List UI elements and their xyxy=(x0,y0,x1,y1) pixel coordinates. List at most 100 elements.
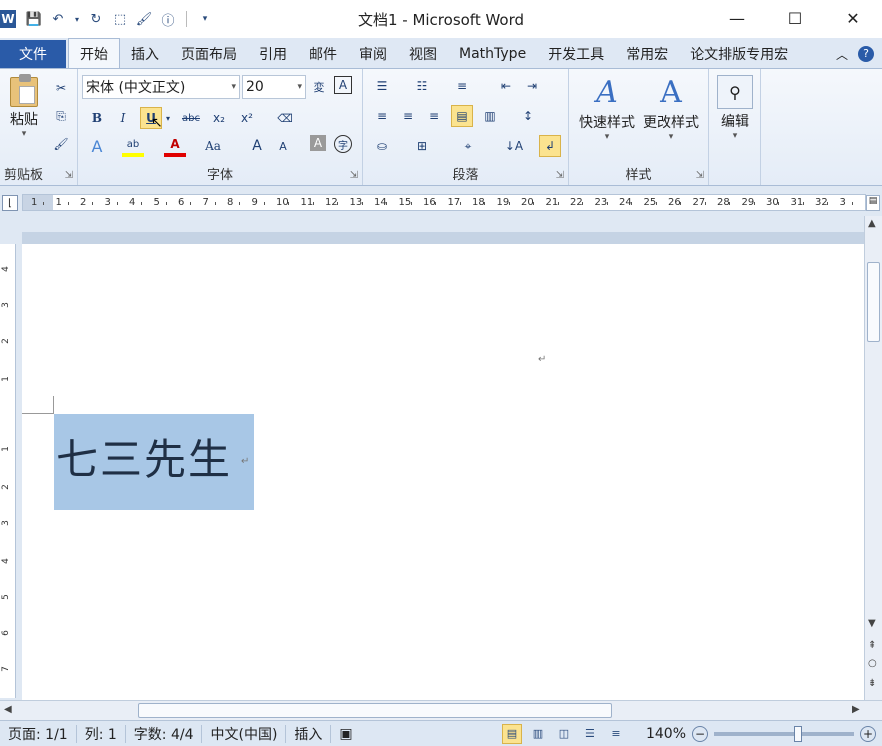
minimize-icon[interactable]: — xyxy=(708,0,766,36)
char-shading-icon[interactable]: A xyxy=(310,135,326,151)
shading-icon[interactable]: ⛀ xyxy=(371,135,393,157)
status-page[interactable]: 页面: 1/1 xyxy=(0,724,77,743)
vertical-ruler[interactable]: 4 3 2 1 1 2 3 4 5 6 7 xyxy=(0,244,16,698)
maximize-icon[interactable]: ☐ xyxy=(766,0,824,36)
prev-page-icon[interactable]: ⇞ xyxy=(868,640,876,651)
select-icon[interactable]: ⬚ xyxy=(110,9,130,29)
align-right-icon[interactable]: ≡ xyxy=(423,105,445,127)
tab-insert[interactable]: 插入 xyxy=(120,40,170,68)
editing-dropdown-icon[interactable]: ▾ xyxy=(733,131,738,141)
borders-icon[interactable]: ⊞ xyxy=(411,135,433,157)
quick-styles-button[interactable]: A 快速样式 ▾ xyxy=(575,75,639,142)
sort-icon[interactable]: ↓A xyxy=(503,135,525,157)
cut-icon[interactable]: ✂ xyxy=(50,77,72,99)
format-painter-icon[interactable]: 🖌 xyxy=(50,133,72,155)
tab-home[interactable]: 开始 xyxy=(68,38,120,68)
chinese-layout-icon[interactable]: ⌖ xyxy=(457,135,479,157)
ruler-strip[interactable]: 1 1 2 3 4 5 6 7 8 9 10 11 12 13 14 15 16 17 18 19 20 21 22 23 24… xyxy=(22,194,866,211)
italic-button[interactable]: I xyxy=(112,107,134,129)
show-marks-icon[interactable]: ↲ xyxy=(539,135,561,157)
font-name-combo[interactable]: 宋体 (中文正文) ▾ xyxy=(82,75,240,99)
status-language[interactable]: 中文(中国) xyxy=(202,724,287,743)
ruler-toggle-icon[interactable]: ▤ xyxy=(866,195,880,211)
outline-icon[interactable]: ☰ xyxy=(580,724,600,744)
enclose-chars-icon[interactable]: 字 xyxy=(334,135,352,153)
paragraph-launcher-icon[interactable]: ⇲ xyxy=(556,170,564,181)
full-screen-reading-icon[interactable]: ▥ xyxy=(528,724,548,744)
font-color-icon[interactable]: A xyxy=(164,135,186,157)
scroll-down-icon[interactable]: ▼ xyxy=(868,618,876,629)
paste-dropdown-icon[interactable]: ▾ xyxy=(22,129,27,139)
scroll-up-icon[interactable]: ▲ xyxy=(868,218,876,229)
tab-selector-icon[interactable]: ⌊ xyxy=(2,195,18,211)
change-styles-button[interactable]: A 更改样式 ▾ xyxy=(639,75,703,142)
underline-dropdown-icon[interactable]: ▾ xyxy=(162,107,174,129)
scroll-left-icon[interactable]: ◀ xyxy=(4,704,12,715)
paste-button[interactable]: 粘贴 ▾ xyxy=(6,74,42,139)
tab-file[interactable]: 文件 xyxy=(0,40,66,68)
bold-button[interactable]: B xyxy=(86,107,108,129)
redo-icon[interactable]: ↻ xyxy=(86,9,106,29)
status-insert-mode[interactable]: 插入 xyxy=(286,724,332,743)
vertical-scrollbar[interactable]: ▲ ▼ ⇞ ○ ⇟ xyxy=(864,216,882,700)
collapse-ribbon-icon[interactable]: ︿ xyxy=(836,46,848,63)
vertical-scroll-thumb[interactable] xyxy=(867,262,880,342)
font-size-dropdown-icon[interactable]: ▾ xyxy=(297,82,302,92)
zoom-slider[interactable] xyxy=(714,725,854,742)
horizontal-scrollbar[interactable]: ◀ ▶ xyxy=(0,700,882,720)
line-spacing-icon[interactable]: ↕ xyxy=(517,105,539,127)
info-icon[interactable]: ⓘ xyxy=(158,9,178,29)
tab-mailings[interactable]: 邮件 xyxy=(298,40,348,68)
numbering-icon[interactable]: ☷ xyxy=(411,75,433,97)
tab-common-macros[interactable]: 常用宏 xyxy=(615,40,679,68)
document-text[interactable]: 七三先生 xyxy=(56,426,232,487)
undo-icon[interactable]: ↶ xyxy=(48,9,68,29)
zoom-slider-knob[interactable] xyxy=(794,725,802,742)
tab-mathtype[interactable]: MathType xyxy=(448,40,537,68)
undo-dropdown-icon[interactable]: ▾ xyxy=(72,9,82,29)
tab-thesis-macros[interactable]: 论文排版专用宏 xyxy=(679,40,799,68)
quick-styles-dropdown-icon[interactable]: ▾ xyxy=(605,132,610,142)
superscript-button[interactable]: x² xyxy=(236,107,258,129)
tab-references[interactable]: 引用 xyxy=(248,40,298,68)
text-effects-icon[interactable]: A xyxy=(86,135,108,157)
increase-indent-icon[interactable]: ⇥ xyxy=(521,75,543,97)
distributed-icon[interactable]: ▥ xyxy=(479,105,501,127)
tab-view[interactable]: 视图 xyxy=(398,40,448,68)
help-icon[interactable]: ? xyxy=(858,46,874,62)
align-left-icon[interactable]: ≡ xyxy=(371,105,393,127)
save-icon[interactable]: 💾 xyxy=(24,9,44,29)
horizontal-scroll-thumb[interactable] xyxy=(138,703,612,718)
font-size-combo[interactable]: 20 ▾ xyxy=(242,75,306,99)
char-border-icon[interactable]: A xyxy=(334,76,352,94)
change-case-button[interactable]: Aa xyxy=(202,135,224,157)
draft-icon[interactable]: ≡ xyxy=(606,724,626,744)
change-styles-dropdown-icon[interactable]: ▾ xyxy=(669,132,674,142)
status-column[interactable]: 列: 1 xyxy=(77,724,126,743)
word-app-icon[interactable]: W xyxy=(0,10,16,28)
phonetic-guide-icon[interactable]: 変 xyxy=(308,76,330,98)
multilevel-list-icon[interactable]: ≡ xyxy=(451,75,473,97)
close-icon[interactable]: ✕ xyxy=(824,0,882,36)
decrease-indent-icon[interactable]: ⇤ xyxy=(495,75,517,97)
browse-object-icon[interactable]: ○ xyxy=(868,658,877,669)
editing-button[interactable]: ⚲ 编辑 ▾ xyxy=(715,75,755,141)
subscript-button[interactable]: x₂ xyxy=(208,107,230,129)
clipboard-launcher-icon[interactable]: ⇲ xyxy=(65,170,73,181)
align-center-icon[interactable]: ≡ xyxy=(397,105,419,127)
web-layout-icon[interactable]: ◫ xyxy=(554,724,574,744)
justify-icon[interactable]: ▤ xyxy=(451,105,473,127)
tab-review[interactable]: 审阅 xyxy=(348,40,398,68)
strikethrough-button[interactable]: abc xyxy=(180,107,202,129)
customize-qat-icon[interactable]: ▾ xyxy=(195,9,215,29)
scroll-right-icon[interactable]: ▶ xyxy=(852,704,860,715)
next-page-icon[interactable]: ⇟ xyxy=(868,678,876,689)
clear-formatting-icon[interactable]: ⌫ xyxy=(274,107,296,129)
format-painter-qat-icon[interactable]: 🖌 xyxy=(134,9,154,29)
copy-icon[interactable]: ⎘ xyxy=(50,105,72,127)
status-word-count[interactable]: 字数: 4/4 xyxy=(126,724,203,743)
font-launcher-icon[interactable]: ⇲ xyxy=(350,170,358,181)
zoom-out-icon[interactable]: − xyxy=(692,725,708,742)
print-layout-icon[interactable]: ▤ xyxy=(501,723,522,744)
tab-page-layout[interactable]: 页面布局 xyxy=(170,40,248,68)
